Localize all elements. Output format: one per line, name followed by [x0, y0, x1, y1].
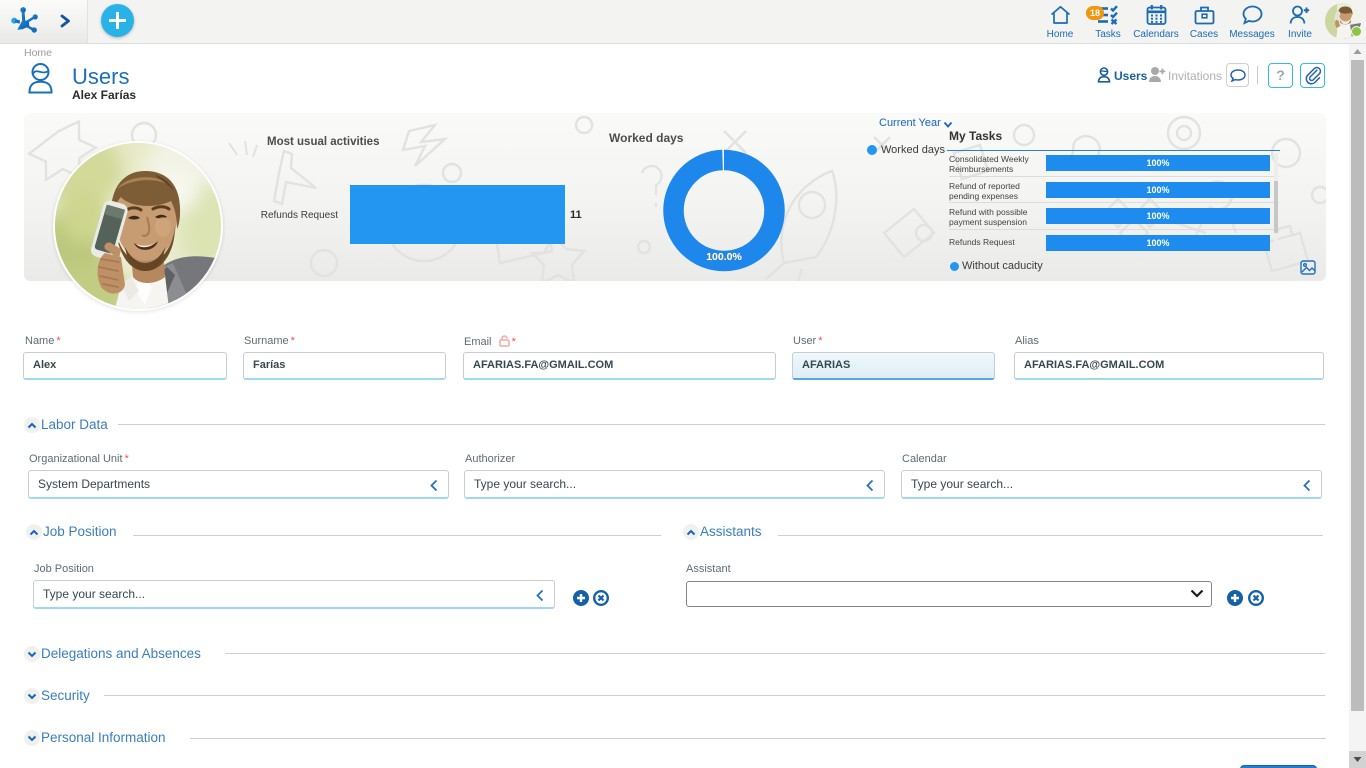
svg-text:100.0%: 100.0%	[706, 251, 742, 263]
